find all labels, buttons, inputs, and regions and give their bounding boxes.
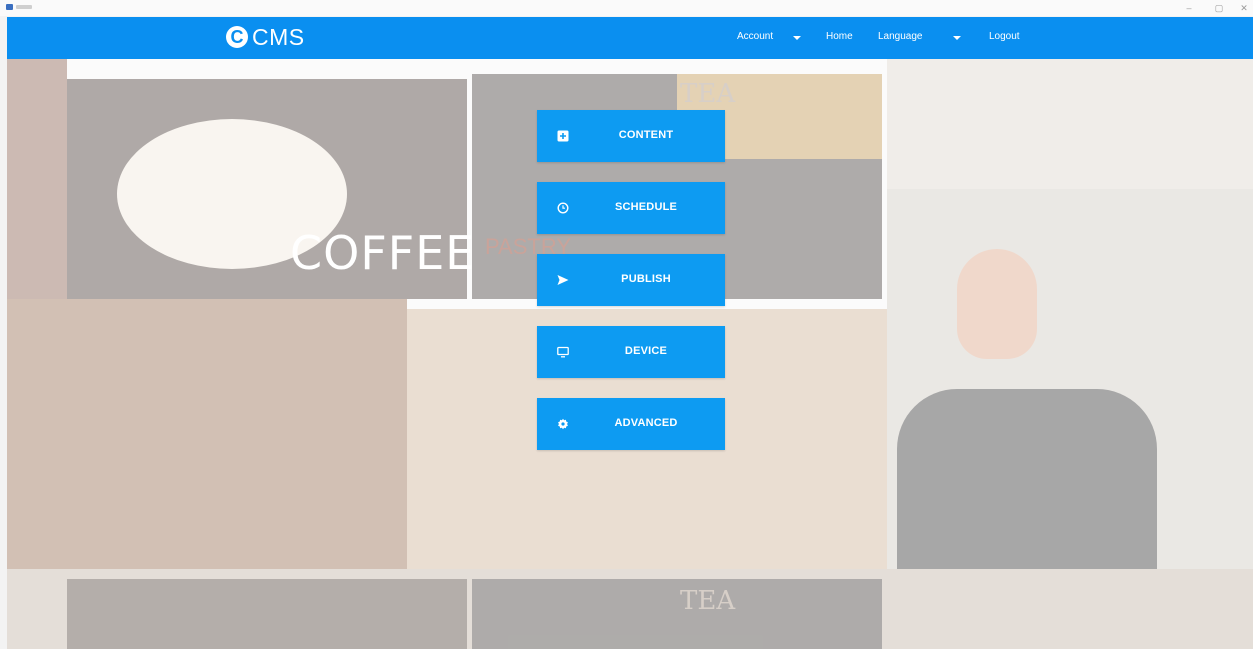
nav-account[interactable]: Account [737, 31, 773, 42]
chevron-down-icon[interactable] [793, 36, 801, 40]
nav-home[interactable]: Home [826, 31, 853, 42]
chevron-down-icon[interactable] [953, 36, 961, 40]
brand-logo[interactable]: C CMS [226, 20, 305, 54]
publish-button-label: PUBLISH [621, 273, 671, 285]
logo-mark: C [226, 26, 248, 48]
device-button-label: DEVICE [624, 345, 668, 357]
bg-tea-text-repeat: TEA [680, 586, 736, 616]
nav-language[interactable]: Language [878, 31, 923, 42]
schedule-button[interactable]: SCHEDULE [537, 182, 725, 234]
gear-icon [558, 418, 568, 430]
app-icon [6, 4, 13, 10]
schedule-button-label: SCHEDULE [614, 201, 678, 213]
advanced-button-label: ADVANCED [614, 417, 678, 429]
maximize-button[interactable]: ▢ [1213, 2, 1225, 14]
advanced-button[interactable]: ADVANCED [537, 398, 725, 450]
logo-text: CMS [252, 23, 305, 50]
content-button-label: CONTENT [618, 129, 674, 141]
nav-logout[interactable]: Logout [989, 31, 1020, 42]
top-navbar [7, 17, 1253, 59]
monitor-icon [557, 346, 569, 358]
window-titlebar: – ▢ ✕ [0, 0, 1253, 16]
bg-tea-text: TEA [680, 79, 736, 109]
bg-coffee-text: COFFEE [290, 226, 476, 280]
plus-square-icon [557, 130, 569, 142]
send-icon [557, 275, 569, 285]
window-title [16, 5, 32, 9]
device-button[interactable]: DEVICE [537, 326, 725, 378]
minimize-button[interactable]: – [1183, 2, 1195, 14]
publish-button[interactable]: PUBLISH [537, 254, 725, 306]
close-button[interactable]: ✕ [1238, 2, 1250, 14]
clock-icon [557, 202, 569, 214]
content-button[interactable]: CONTENT [537, 110, 725, 162]
